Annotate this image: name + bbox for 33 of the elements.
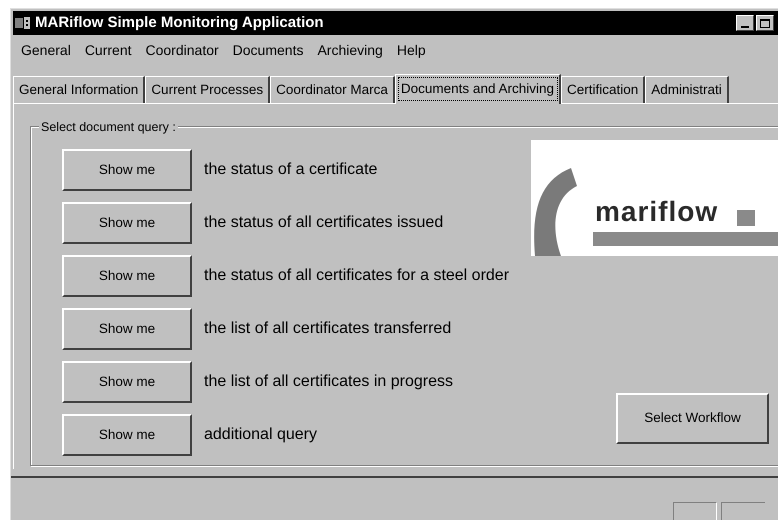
query-description: the list of all certificates transferred (204, 319, 452, 339)
menu-item[interactable]: Archieving (310, 40, 390, 60)
show-me-button[interactable]: Show me (62, 149, 192, 191)
menu-item[interactable]: Documents (226, 40, 310, 60)
query-description: the status of all certificates for a steel order (204, 266, 510, 286)
tab[interactable]: Documents and Archiving (394, 74, 561, 104)
query-description: additional query (204, 425, 317, 445)
show-me-button[interactable]: Show me (62, 308, 192, 350)
query-description: the status of a certificate (204, 160, 378, 180)
query-description: the status of all certificates issued (204, 213, 444, 233)
maximize-button[interactable] (756, 15, 774, 31)
logo-wordmark: mariflow (595, 198, 718, 226)
logo-square (737, 210, 755, 226)
tab[interactable]: Certification (561, 76, 646, 103)
query-description: the list of all certificates in progress (204, 372, 453, 392)
window-title: MARiflow Simple Monitoring Application (35, 12, 324, 33)
show-me-button[interactable]: Show me (62, 202, 192, 244)
tab[interactable]: General Information (13, 76, 146, 103)
maximize-icon (760, 18, 770, 28)
menu-item[interactable]: Coordinator (138, 40, 226, 60)
tab[interactable]: Current Processes (145, 76, 270, 103)
show-me-button[interactable]: Show me (62, 255, 192, 297)
tab[interactable]: Coordinator Marca (270, 76, 395, 103)
show-me-button[interactable]: Show me (62, 414, 192, 456)
menu-item[interactable]: Current (78, 40, 138, 60)
menu-item[interactable]: General (14, 40, 78, 60)
select-workflow-button[interactable]: Select Workflow (616, 393, 769, 444)
logo-emblem-icon (531, 168, 577, 256)
show-me-button[interactable]: Show me (62, 361, 192, 403)
tab[interactable]: Administrati (645, 76, 729, 103)
minimize-button[interactable] (736, 15, 754, 31)
minimize-icon (741, 26, 749, 28)
menu-item[interactable]: Help (390, 40, 433, 60)
